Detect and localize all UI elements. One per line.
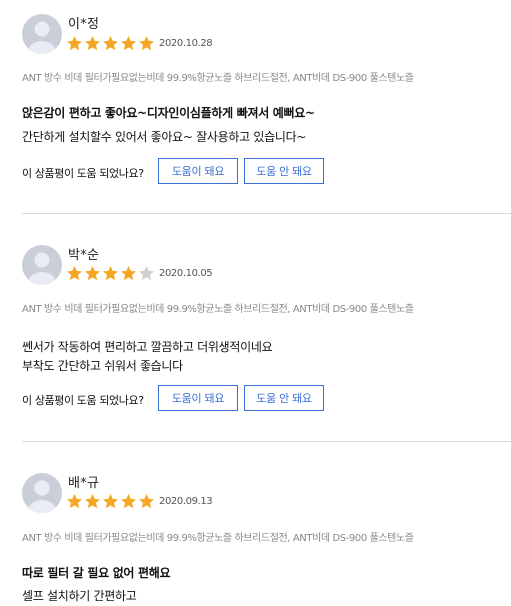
product-option: ANT 방수 비데 필터가필요없는비데 99.9%항균노즐 하브리드절전, AN…: [22, 73, 414, 84]
star-filled-icon: [121, 494, 136, 509]
star-filled-icon: [139, 494, 154, 509]
review-headline: 따로 필터 갈 필요 없어 편해요: [22, 566, 171, 580]
star-filled-icon: [139, 36, 154, 51]
star-filled-icon: [121, 36, 136, 51]
avatar: [22, 473, 62, 513]
review-body-line: 부착도 간단하고 쉬워서 좋습니다: [22, 359, 183, 373]
avatar: [22, 245, 62, 285]
reviewer-name: 배*규: [68, 476, 100, 491]
star-filled-icon: [85, 266, 100, 281]
review-headline: 앉은감이 편하고 좋아요~디자인이심플하게 빠져서 예뻐요~: [22, 106, 315, 120]
helpful-question: 이 상품평이 도움 되었나요?: [22, 394, 144, 407]
star-filled-icon: [67, 494, 82, 509]
review-body-line: 간단하게 설치할수 있어서 좋아요~ 잘사용하고 있습니다~: [22, 130, 307, 144]
review-divider: [22, 441, 511, 442]
rating-stars: [66, 265, 155, 282]
review-date: 2020.10.05: [159, 268, 213, 279]
helpful-yes-button[interactable]: 도움이 돼요: [158, 385, 238, 411]
review-date: 2020.10.28: [159, 38, 213, 49]
star-filled-icon: [67, 266, 82, 281]
star-filled-icon: [103, 266, 118, 281]
review-divider: [22, 213, 511, 214]
review-body-line: 셀프 설치하기 간편하고: [22, 589, 137, 603]
star-filled-icon: [85, 36, 100, 51]
star-filled-icon: [67, 36, 82, 51]
star-filled-icon: [121, 266, 136, 281]
rating-stars: [66, 493, 155, 510]
review-date: 2020.09.13: [159, 496, 213, 507]
reviewer-name: 이*정: [68, 17, 100, 32]
product-option: ANT 방수 비데 필터가필요없는비데 99.9%항균노즐 하브리드절전, AN…: [22, 533, 414, 544]
helpful-yes-button[interactable]: 도움이 돼요: [158, 158, 238, 184]
reviewer-name: 박*순: [68, 248, 100, 263]
review-item: 박*순 2020.10.05 ANT 방수 비데 필터가필요없는비데 99.9%…: [0, 215, 511, 443]
review-item: 배*규 2020.09.13 ANT 방수 비데 필터가필요없는비데 99.9%…: [0, 443, 511, 606]
product-option: ANT 방수 비데 필터가필요없는비데 99.9%항균노즐 하브리드절전, AN…: [22, 304, 414, 315]
review-item: 이*정 2020.10.28 ANT 방수 비데 필터가필요없는비데 99.9%…: [0, 0, 511, 215]
star-filled-icon: [85, 494, 100, 509]
star-filled-icon: [103, 36, 118, 51]
helpful-no-button[interactable]: 도움 안 돼요: [244, 385, 324, 411]
avatar: [22, 14, 62, 54]
star-filled-icon: [103, 494, 118, 509]
helpful-no-button[interactable]: 도움 안 돼요: [244, 158, 324, 184]
helpful-question: 이 상품평이 도움 되었나요?: [22, 167, 144, 180]
rating-stars: [66, 35, 155, 52]
star-empty-icon: [139, 266, 154, 281]
review-body-line: 쎈서가 작동하여 편리하고 깔끔하고 더위생적이네요: [22, 340, 273, 354]
